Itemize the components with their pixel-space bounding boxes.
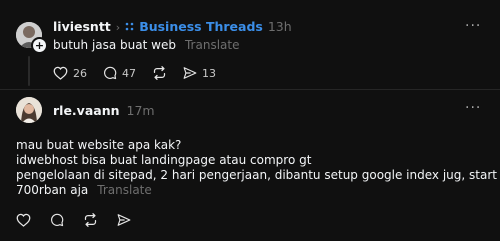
- topic-icon: [125, 22, 134, 31]
- repost-button[interactable]: [152, 66, 167, 80]
- avatar[interactable]: [16, 97, 42, 123]
- repost-icon: [83, 213, 98, 227]
- heart-icon: [53, 66, 68, 80]
- reply-body: mau buat website apa kak? idwebhost bisa…: [16, 138, 497, 198]
- reply-last-line: 700rban aja Translate: [16, 183, 497, 198]
- like-count: 26: [73, 66, 87, 80]
- comment-icon: [103, 66, 117, 80]
- topic-separator: ›: [115, 21, 121, 34]
- more-icon[interactable]: ···: [465, 100, 481, 116]
- reply-actions: [16, 213, 131, 227]
- post-body: butuh jasa buat web Translate: [53, 38, 239, 53]
- username[interactable]: rle.vaann: [53, 103, 120, 118]
- share-icon: [117, 213, 131, 227]
- share-count: 13: [202, 66, 216, 80]
- more-icon[interactable]: ···: [465, 18, 481, 34]
- comment-count: 47: [122, 66, 136, 80]
- share-button[interactable]: [117, 213, 131, 227]
- reply-time: 17m: [126, 103, 155, 118]
- reply-line: idwebhost bisa buat landingpage atau com…: [16, 153, 312, 167]
- reply-line: 700rban aja: [16, 183, 89, 197]
- topic-link[interactable]: Business Threads: [139, 19, 263, 34]
- comment-button[interactable]: 47: [103, 66, 136, 80]
- post-text: butuh jasa buat web: [53, 38, 176, 52]
- divider: [0, 89, 500, 90]
- translate-link[interactable]: Translate: [97, 183, 152, 197]
- post-time: 13h: [267, 19, 292, 34]
- comment-button[interactable]: [50, 213, 64, 227]
- username[interactable]: liviesntt: [53, 19, 111, 34]
- share-button[interactable]: 13: [183, 66, 216, 80]
- post-header: liviesntt › Business Threads 13h: [53, 19, 292, 34]
- post-actions: 26 47 13: [53, 66, 216, 80]
- thread-line: [28, 56, 30, 86]
- reply-line: pengelolaan di sitepad, 2 hari pengerjaa…: [16, 168, 497, 182]
- like-button[interactable]: 26: [53, 66, 87, 80]
- comment-icon: [50, 213, 64, 227]
- repost-icon: [152, 66, 167, 80]
- reply-header: rle.vaann 17m: [53, 103, 155, 118]
- repost-button[interactable]: [83, 213, 98, 227]
- reply-line: mau buat website apa kak?: [16, 138, 182, 152]
- like-button[interactable]: [16, 213, 31, 227]
- follow-plus-icon[interactable]: +: [31, 37, 48, 54]
- share-icon: [183, 66, 197, 80]
- heart-icon: [16, 213, 31, 227]
- translate-link[interactable]: Translate: [185, 38, 240, 52]
